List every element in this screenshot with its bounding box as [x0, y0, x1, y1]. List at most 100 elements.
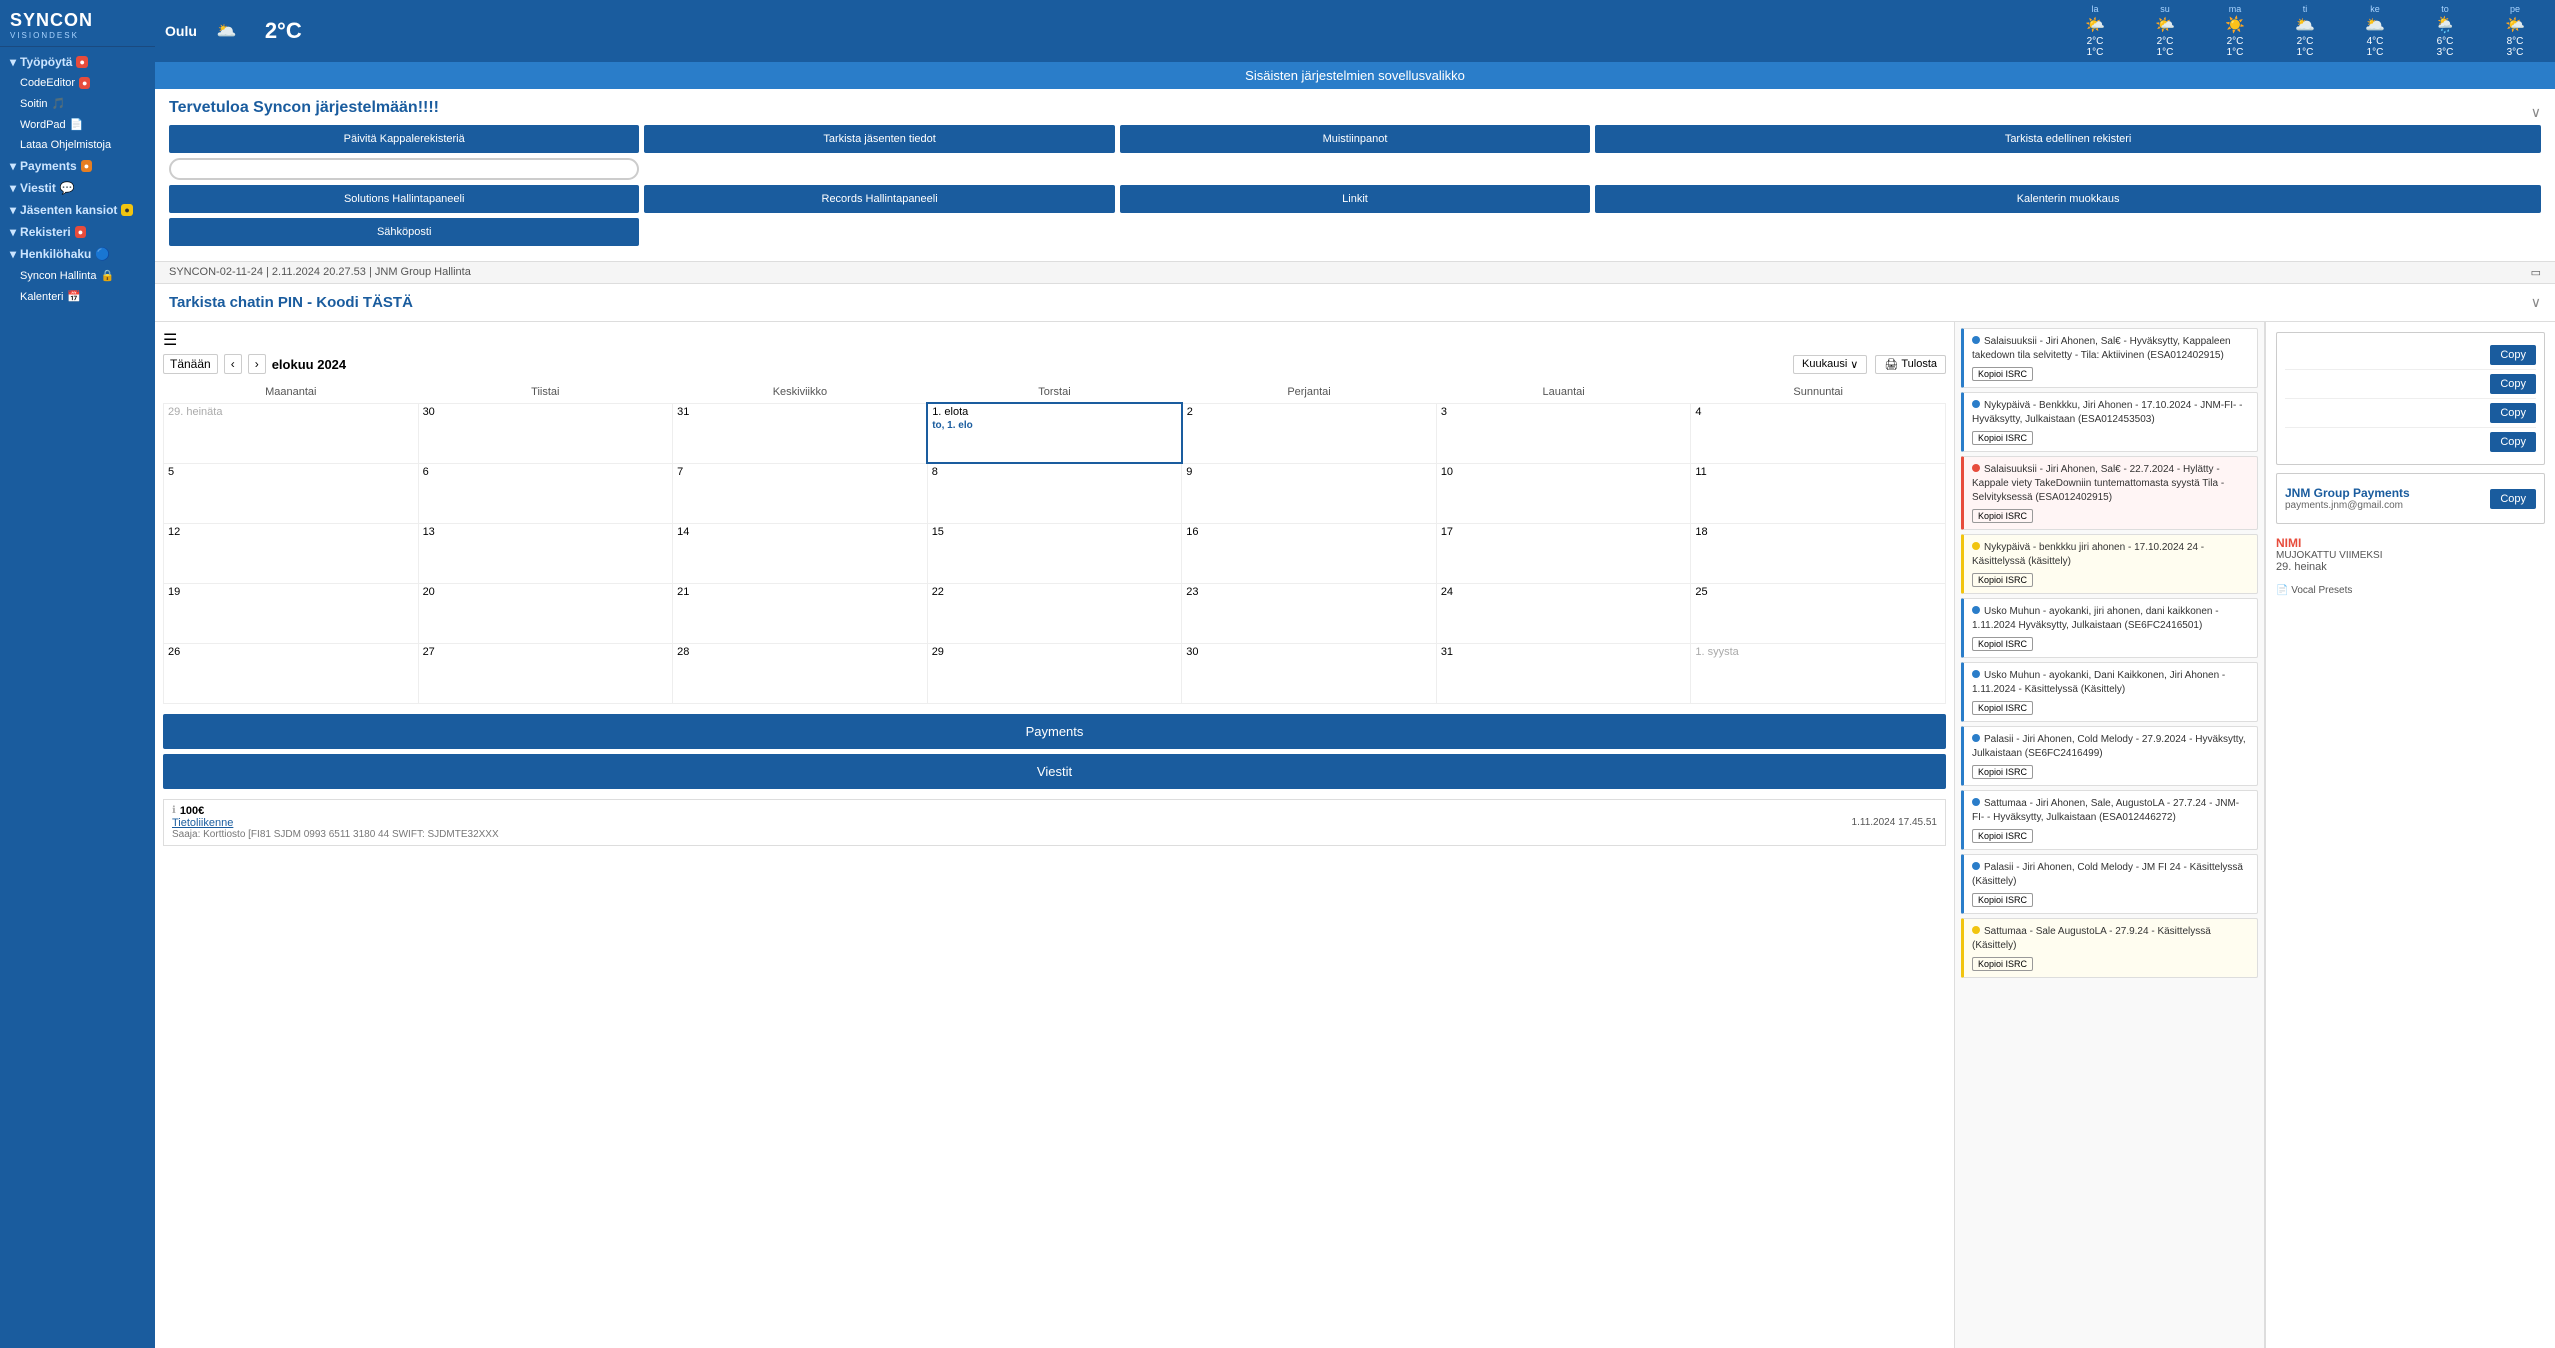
- cal-cell[interactable]: 21: [673, 583, 928, 643]
- jnm-copy-btn[interactable]: Copy: [2490, 489, 2536, 509]
- cal-print-btn[interactable]: 🖨 Tulosta: [1875, 355, 1946, 374]
- cal-cell[interactable]: 3: [1436, 403, 1691, 463]
- welcome-btn-row2-1[interactable]: Records Hallintapaneeli: [644, 185, 1114, 213]
- cal-cell[interactable]: 23: [1182, 583, 1437, 643]
- kopiol-btn-9[interactable]: Kopioi ISRC: [1972, 957, 2033, 971]
- welcome-btn-4[interactable]: [169, 158, 639, 180]
- cal-view-btn[interactable]: Kuukausi ∨: [1793, 355, 1867, 374]
- cal-cell[interactable]: 31: [673, 403, 928, 463]
- sidebar-item-codeeditor[interactable]: CodeEditor ●: [0, 73, 155, 93]
- cal-cell[interactable]: 16: [1182, 523, 1437, 583]
- payments-btn[interactable]: Payments: [163, 714, 1946, 749]
- copy-btn-0[interactable]: Copy: [2490, 345, 2536, 365]
- sidebar-item-lataa[interactable]: Lataa Ohjelmistoja: [0, 135, 155, 155]
- sidebar-item-henkilohaku[interactable]: ▾ Henkilöhaku 🔵: [0, 243, 155, 265]
- sidebar-item-rekisteri[interactable]: ▾ Rekisteri ●: [0, 221, 155, 243]
- kopiol-btn-8[interactable]: Kopioi ISRC: [1972, 893, 2033, 907]
- sidebar-item-payments[interactable]: ▾ Payments ●: [0, 155, 155, 177]
- jnm-group-row: JNM Group Payments payments.jnm@gmail.co…: [2285, 482, 2536, 515]
- sidebar-item-desktop[interactable]: ▾ Työpöytä ●: [0, 51, 155, 73]
- cal-cell[interactable]: 31: [1436, 643, 1691, 703]
- cal-cell[interactable]: 27: [418, 643, 673, 703]
- calendar-table: MaanantaiTiistaiKeskiviikkoTorstaiPerjan…: [163, 382, 1946, 704]
- kopiol-btn-5[interactable]: Kopiol ISRC: [1972, 701, 2033, 715]
- sidebar-item-jasenten[interactable]: ▾ Jäsenten kansiot ●: [0, 199, 155, 221]
- cal-week-4: 2627282930311. syysta: [164, 643, 1946, 703]
- cal-header-Perjantai: Perjantai: [1182, 382, 1437, 403]
- welcome-btn-row2-0[interactable]: Solutions Hallintapaneeli: [169, 185, 639, 213]
- calendar-bottom: Payments Viestit: [163, 704, 1946, 794]
- cal-cell[interactable]: 20: [418, 583, 673, 643]
- cal-cell[interactable]: 13: [418, 523, 673, 583]
- record-card-1: Nykypäivä - Benkkku, Jiri Ahonen - 17.10…: [1961, 392, 2258, 452]
- cal-cell[interactable]: 15: [927, 523, 1182, 583]
- kopiol-btn-0[interactable]: Kopioi ISRC: [1972, 367, 2033, 381]
- cal-cell[interactable]: 30: [1182, 643, 1437, 703]
- kopiol-btn-1[interactable]: Kopioi ISRC: [1972, 431, 2033, 445]
- welcome-btn-row2-2[interactable]: Linkit: [1120, 185, 1590, 213]
- sidebar-item-viestit[interactable]: ▾ Viestit 💬: [0, 177, 155, 199]
- cal-cell[interactable]: 6: [418, 463, 673, 523]
- cal-cell[interactable]: 5: [164, 463, 419, 523]
- cal-cell[interactable]: 7: [673, 463, 928, 523]
- transaction-label[interactable]: Tietoliikenne: [172, 817, 499, 829]
- cal-cell[interactable]: 30: [418, 403, 673, 463]
- cal-cell[interactable]: 25: [1691, 583, 1946, 643]
- hamburger-menu[interactable]: ☰: [163, 330, 1946, 350]
- cal-cell[interactable]: 29. heinäta: [164, 403, 419, 463]
- cal-cell[interactable]: 19: [164, 583, 419, 643]
- cal-cell[interactable]: 14: [673, 523, 928, 583]
- cal-cell[interactable]: 8: [927, 463, 1182, 523]
- cal-body: 29. heinäta30311. elotato, 1. elo2345678…: [164, 403, 1946, 703]
- copy-btn-3[interactable]: Copy: [2490, 432, 2536, 452]
- copy-btn-1[interactable]: Copy: [2490, 374, 2536, 394]
- kopiol-btn-7[interactable]: Kopioi ISRC: [1972, 829, 2033, 843]
- record-card-8: Palasii - Jiri Ahonen, Cold Melody - JM …: [1961, 854, 2258, 914]
- welcome-collapse[interactable]: ∨: [2531, 104, 2541, 121]
- copy-row-3: Copy: [2285, 428, 2536, 456]
- kopiol-btn-4[interactable]: Kopiol ISRC: [1972, 637, 2033, 651]
- welcome-btn-1[interactable]: Tarkista jäsenten tiedot: [644, 125, 1114, 153]
- kopiol-btn-6[interactable]: Kopioi ISRC: [1972, 765, 2033, 779]
- info-bar: SYNCON-02-11-24 | 2.11.2024 20.27.53 | J…: [155, 262, 2555, 284]
- panels-row: ☰ Tänään ‹ › elokuu 2024 Kuukausi ∨ 🖨 Tu…: [155, 322, 2555, 1348]
- welcome-btn-row2-4[interactable]: Sähköposti: [169, 218, 639, 246]
- cal-today-btn[interactable]: Tänään: [163, 354, 218, 374]
- cal-cell[interactable]: 17: [1436, 523, 1691, 583]
- kopiol-btn-3[interactable]: Kopioi ISRC: [1972, 573, 2033, 587]
- cal-cell[interactable]: 11: [1691, 463, 1946, 523]
- cal-cell[interactable]: 26: [164, 643, 419, 703]
- cal-next-btn[interactable]: ›: [248, 354, 266, 374]
- sidebar-item-soitin[interactable]: Soitin 🎵: [0, 93, 155, 114]
- pin-collapse[interactable]: ∨: [2531, 294, 2541, 311]
- cal-cell[interactable]: 18: [1691, 523, 1946, 583]
- kopiol-btn-2[interactable]: Kopioi ISRC: [1972, 509, 2033, 523]
- cal-cell[interactable]: 24: [1436, 583, 1691, 643]
- sidebar-item-syncon-hallinta[interactable]: Syncon Hallinta 🔒: [0, 265, 155, 286]
- cal-cell[interactable]: 2: [1182, 403, 1437, 463]
- cal-header-Lauantai: Lauantai: [1436, 382, 1691, 403]
- sidebar-item-kalenteri[interactable]: Kalenteri 📅: [0, 286, 155, 307]
- welcome-btn-2[interactable]: Muistiinpanot: [1120, 125, 1590, 153]
- cal-cell[interactable]: 10: [1436, 463, 1691, 523]
- welcome-btn-0[interactable]: Päivitä Kappalerekisteriä: [169, 125, 639, 153]
- system-menu-bar[interactable]: Sisäisten järjestelmien sovellusvalikko: [155, 62, 2555, 89]
- cal-cell[interactable]: 29: [927, 643, 1182, 703]
- cal-cell[interactable]: 4: [1691, 403, 1946, 463]
- welcome-btn-3[interactable]: Tarkista edellinen rekisteri: [1595, 125, 2541, 153]
- transaction-source: Saaja: Korttiosto [FI81 SJDM 0993 6511 3…: [172, 829, 499, 840]
- cal-cell[interactable]: 12: [164, 523, 419, 583]
- cal-cell[interactable]: 28: [673, 643, 928, 703]
- cal-cell[interactable]: 22: [927, 583, 1182, 643]
- sidebar-item-wordpad[interactable]: WordPad 📄: [0, 114, 155, 135]
- cal-cell[interactable]: 1. syysta: [1691, 643, 1946, 703]
- cal-cell[interactable]: 9: [1182, 463, 1437, 523]
- cal-header-Sunnuntai: Sunnuntai: [1691, 382, 1946, 403]
- viestit-btn[interactable]: Viestit: [163, 754, 1946, 789]
- cal-cell[interactable]: 1. elotato, 1. elo: [927, 403, 1182, 463]
- cal-toolbar-right: Kuukausi ∨ 🖨 Tulosta: [1793, 355, 1946, 374]
- copy-btn-2[interactable]: Copy: [2490, 403, 2536, 423]
- calendar-panel: ☰ Tänään ‹ › elokuu 2024 Kuukausi ∨ 🖨 Tu…: [155, 322, 1955, 1348]
- cal-prev-btn[interactable]: ‹: [224, 354, 242, 374]
- welcome-btn-row2-3[interactable]: Kalenterin muokkaus: [1595, 185, 2541, 213]
